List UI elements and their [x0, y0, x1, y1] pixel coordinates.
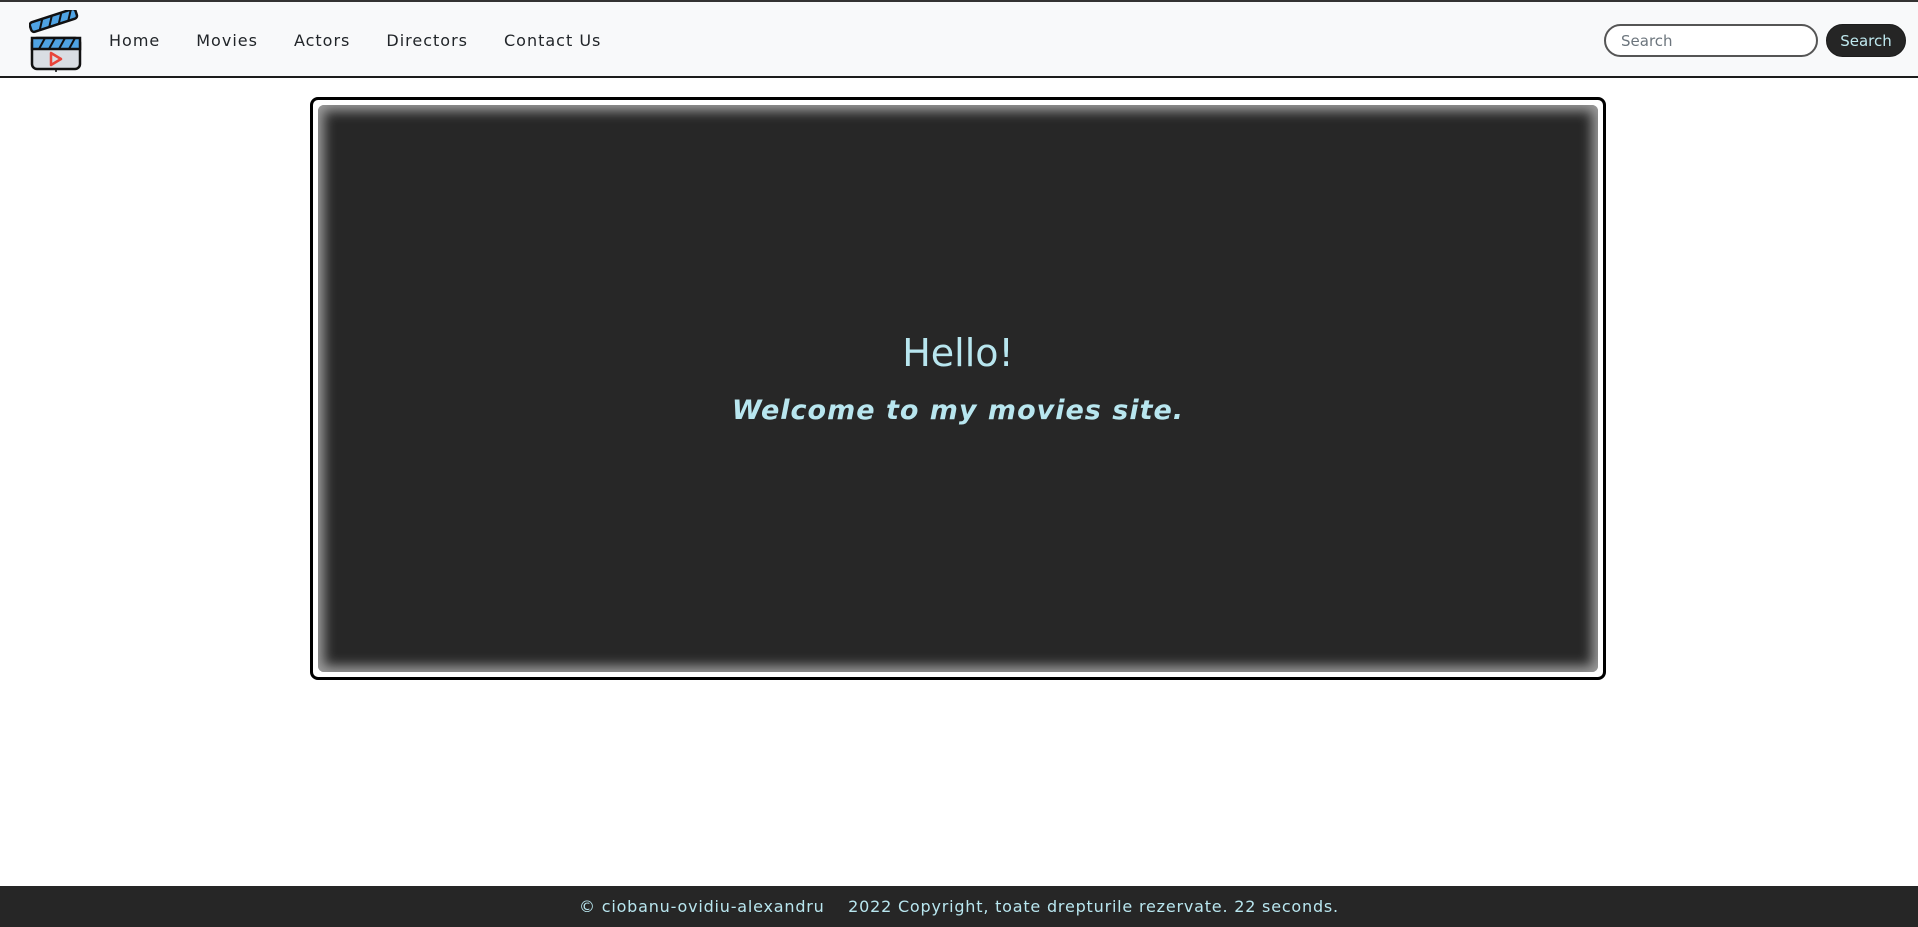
search-form: Search [1604, 24, 1906, 57]
hero-panel: Hello! Welcome to my movies site. [318, 105, 1598, 672]
navbar: Home Movies Actors Directors Contact Us … [0, 0, 1918, 78]
nav-link-actors[interactable]: Actors [294, 31, 350, 50]
footer: © ciobanu-ovidiu-alexandru 2022 Copyrigh… [0, 886, 1918, 927]
movie-clapperboard-icon[interactable] [29, 10, 84, 72]
nav-link-contact-us[interactable]: Contact Us [504, 31, 601, 50]
nav-link-movies[interactable]: Movies [196, 31, 258, 50]
hero-subtitle: Welcome to my movies site. [731, 395, 1185, 426]
hero-title: Hello! [902, 331, 1014, 375]
nav-links: Home Movies Actors Directors Contact Us [109, 2, 637, 78]
hero-frame: Hello! Welcome to my movies site. [310, 97, 1606, 680]
search-input[interactable] [1604, 24, 1818, 57]
search-button[interactable]: Search [1826, 24, 1906, 57]
nav-link-home[interactable]: Home [109, 31, 160, 50]
nav-link-directors[interactable]: Directors [386, 31, 468, 50]
footer-copyright-text: © ciobanu-ovidiu-alexandru 2022 Copyrigh… [579, 897, 1339, 916]
